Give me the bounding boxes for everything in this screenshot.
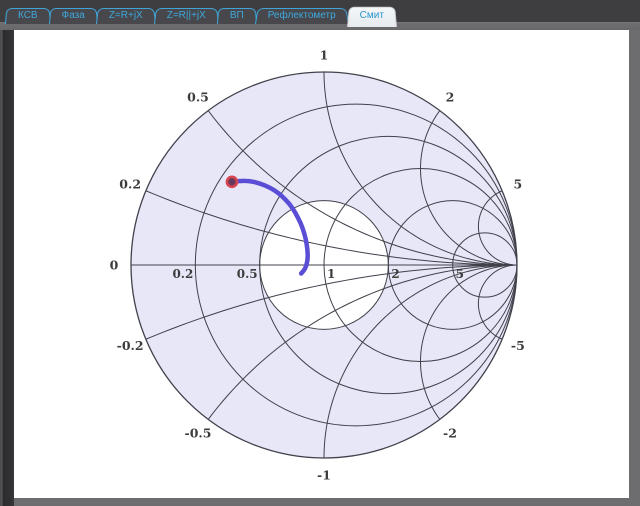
- tab-label: Фаза: [62, 11, 85, 21]
- tab-label: Z=R||+jX: [167, 11, 206, 21]
- rim-label: -0.5: [185, 425, 212, 440]
- app-window: { "tabs": { "accent_color": "#3fa9dc", "…: [0, 0, 640, 506]
- tab-label: КСВ: [18, 11, 38, 21]
- rim-label: -0.2: [117, 338, 144, 353]
- rim-label: -5: [511, 338, 525, 353]
- rim-label: 0.5: [187, 89, 209, 104]
- axis-label: 0.5: [237, 267, 258, 281]
- tab-reflectometer[interactable]: Рефлектометр: [259, 7, 345, 24]
- rim-label: 0.2: [119, 177, 141, 192]
- axis-label: 0.2: [172, 267, 193, 281]
- axis-label: 2: [391, 267, 399, 281]
- rim-label: 1: [320, 47, 329, 62]
- tab-z-series[interactable]: Z=R+jX: [100, 7, 152, 24]
- tab-z-parallel[interactable]: Z=R||+jX: [158, 7, 215, 24]
- rim-label: 2: [446, 89, 455, 104]
- tab-label: ВП: [230, 11, 244, 21]
- rim-label: -1: [317, 467, 331, 482]
- rim-label: 5: [513, 177, 522, 192]
- tab-vp[interactable]: ВП: [221, 7, 253, 24]
- tab-ksv[interactable]: КСВ: [9, 7, 47, 24]
- smith-chart: 0.2 0.5 1 2 5 1 0.5 2 0.2 5 0 -0.2 -5 -0.5 -2 -1: [14, 30, 629, 498]
- tab-label: Смит: [360, 11, 384, 21]
- tab-smith[interactable]: Смит: [351, 5, 393, 27]
- axis-label: 5: [456, 267, 464, 281]
- tab-bar: КСВ Фаза Z=R+jX Z=R||+jX ВП Рефлектометр…: [0, 0, 640, 30]
- rim-label: -2: [443, 425, 457, 440]
- rim-label: 0: [110, 257, 119, 272]
- tab-label: Z=R+jX: [109, 11, 143, 21]
- tab-faza[interactable]: Фаза: [53, 7, 94, 24]
- trace-start-marker: [227, 177, 237, 187]
- tab-label: Рефлектометр: [268, 11, 336, 21]
- content-frame: 0.2 0.5 1 2 5 1 0.5 2 0.2 5 0 -0.2 -5 -0.5 -2 -1: [0, 30, 640, 506]
- chart-panel: 0.2 0.5 1 2 5 1 0.5 2 0.2 5 0 -0.2 -5 -0.5 -2 -1: [14, 30, 629, 498]
- axis-label: 1: [327, 267, 335, 281]
